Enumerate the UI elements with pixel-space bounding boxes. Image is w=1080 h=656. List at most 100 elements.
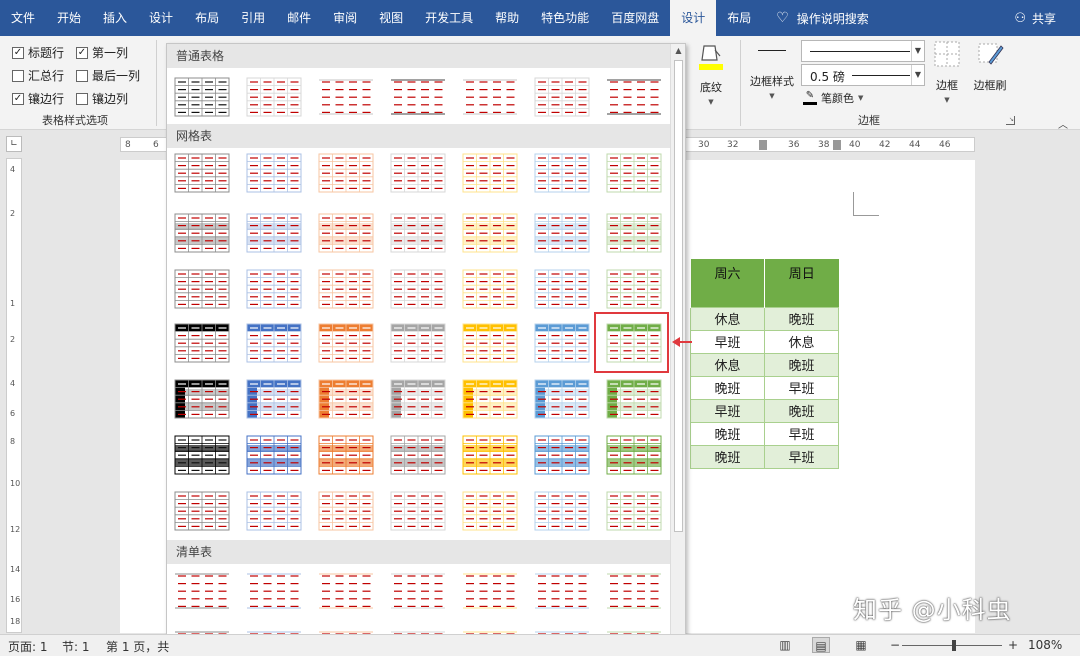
table-style-plain[interactable] (461, 76, 519, 118)
table-cell[interactable]: 早班 (690, 329, 765, 354)
share-button[interactable]: ⚇ 共享 (1014, 0, 1056, 36)
table-style-grid[interactable] (317, 152, 375, 194)
table-cell[interactable]: 晚班 (690, 375, 765, 400)
table-style-list[interactable] (317, 570, 375, 612)
tab-view[interactable]: 视图 (368, 0, 414, 36)
web-layout-icon[interactable]: ▦ (852, 637, 870, 653)
table-style-grid[interactable] (389, 378, 447, 420)
table-style-grid[interactable] (389, 152, 447, 194)
table-style-list[interactable] (173, 570, 231, 612)
zoom-in-button[interactable]: + (1008, 638, 1018, 652)
table-style-grid[interactable] (173, 378, 231, 420)
table-style-plain[interactable] (245, 76, 303, 118)
tab-developer[interactable]: 开发工具 (414, 0, 484, 36)
table-style-grid[interactable] (389, 434, 447, 476)
checkbox-unchecked[interactable] (12, 69, 24, 82)
table-style-list[interactable] (389, 570, 447, 612)
table-style-grid[interactable] (461, 268, 519, 310)
tell-me-search[interactable]: ♡ 操作说明搜索 (776, 0, 869, 36)
table-style-grid[interactable] (317, 490, 375, 532)
tab-layout[interactable]: 布局 (184, 0, 230, 36)
checkbox-unchecked[interactable] (76, 69, 88, 82)
scrollbar-thumb[interactable] (674, 60, 683, 532)
table-style-grid[interactable] (173, 152, 231, 194)
table-style-grid[interactable] (245, 152, 303, 194)
column-marker-icon[interactable] (759, 140, 767, 150)
table-style-grid[interactable] (533, 322, 591, 364)
table-style-grid[interactable] (533, 268, 591, 310)
table-style-grid[interactable] (317, 212, 375, 254)
border-painter-button[interactable]: 边框刷 (968, 40, 1012, 108)
table-style-grid[interactable] (461, 490, 519, 532)
table-cell[interactable]: 早班 (690, 398, 765, 423)
table-cell[interactable]: 早班 (764, 421, 839, 446)
table-style-list[interactable] (461, 570, 519, 612)
table-cell[interactable]: 休息 (690, 352, 765, 377)
total-row-option[interactable]: 汇总行 (12, 67, 64, 84)
schedule-table[interactable]: 周六 周日 休息 晚班 早班 休息 休息 晚班 晚班 早班 早班 晚班 晚班 早… (690, 259, 839, 469)
checkbox-checked[interactable]: ✓ (12, 92, 24, 105)
status-page[interactable]: 页面: 1 (8, 638, 48, 655)
tab-design[interactable]: 设计 (138, 0, 184, 36)
table-style-grid[interactable] (173, 490, 231, 532)
tab-review[interactable]: 审阅 (322, 0, 368, 36)
border-styles-button[interactable]: 边框样式 ▼ (746, 40, 798, 108)
table-style-grid[interactable] (317, 434, 375, 476)
table-style-plain[interactable] (605, 76, 663, 118)
table-style-grid[interactable] (533, 212, 591, 254)
chevron-down-icon[interactable]: ▼ (911, 65, 924, 85)
table-style-list[interactable] (245, 570, 303, 612)
table-style-grid[interactable] (245, 322, 303, 364)
table-style-plain-grid[interactable] (173, 76, 231, 118)
pen-color-button[interactable]: ✎ 笔颜色 ▼ (803, 90, 863, 106)
status-section[interactable]: 节: 1 (62, 638, 90, 655)
table-style-grid[interactable] (389, 322, 447, 364)
line-style-select[interactable]: ▼ (801, 40, 925, 62)
table-style-grid[interactable] (461, 212, 519, 254)
borders-button[interactable]: 边框 ▼ (930, 40, 964, 108)
scroll-up-icon[interactable]: ▲ (671, 46, 685, 55)
table-style-grid[interactable] (605, 378, 663, 420)
table-cell[interactable]: 早班 (764, 375, 839, 400)
table-style-grid[interactable] (533, 152, 591, 194)
table-style-grid[interactable] (533, 490, 591, 532)
tab-insert[interactable]: 插入 (92, 0, 138, 36)
shading-button[interactable]: 底纹 ▼ (690, 40, 732, 108)
gallery-scrollbar[interactable]: ▲ (670, 44, 685, 655)
dialog-launcher-icon[interactable]: ↘ (1006, 116, 1015, 125)
header-row-option[interactable]: ✓ 标题行 (12, 44, 64, 61)
tab-file[interactable]: 文件 (0, 0, 46, 36)
table-header-cell[interactable]: 周日 (764, 259, 839, 307)
table-style-grid[interactable] (245, 434, 303, 476)
zoom-level[interactable]: 108% (1028, 638, 1062, 652)
table-style-list[interactable] (533, 570, 591, 612)
line-weight-select[interactable]: 0.5 磅 ▼ (801, 64, 925, 86)
table-cell[interactable]: 休息 (690, 306, 765, 331)
table-cell[interactable]: 休息 (764, 329, 839, 354)
checkbox-checked[interactable]: ✓ (76, 46, 88, 59)
table-style-grid[interactable] (317, 378, 375, 420)
zoom-slider-handle[interactable] (952, 640, 956, 651)
collapse-ribbon-icon[interactable]: ︿ (1058, 116, 1068, 131)
tab-table-layout[interactable]: 布局 (716, 0, 762, 36)
checkbox-unchecked[interactable] (76, 92, 88, 105)
last-column-option[interactable]: 最后一列 (76, 67, 140, 84)
tab-table-design[interactable]: 设计 (670, 0, 717, 36)
table-cell[interactable]: 晚班 (690, 444, 765, 469)
table-style-grid[interactable] (173, 434, 231, 476)
print-layout-icon[interactable]: ▤ (812, 637, 830, 653)
table-style-grid[interactable] (461, 434, 519, 476)
chevron-down-icon[interactable]: ▼ (911, 41, 924, 61)
table-style-grid[interactable] (245, 490, 303, 532)
table-style-grid[interactable] (533, 434, 591, 476)
table-style-grid[interactable] (605, 212, 663, 254)
table-style-grid[interactable] (245, 268, 303, 310)
table-cell[interactable]: 晚班 (764, 306, 839, 331)
table-style-grid[interactable] (389, 268, 447, 310)
table-style-grid[interactable] (317, 268, 375, 310)
table-cell[interactable]: 晚班 (764, 398, 839, 423)
checkbox-checked[interactable]: ✓ (12, 46, 24, 59)
read-mode-icon[interactable]: ▥ (776, 637, 794, 653)
tab-baidu-netdisk[interactable]: 百度网盘 (600, 0, 670, 36)
table-style-grid[interactable] (533, 378, 591, 420)
